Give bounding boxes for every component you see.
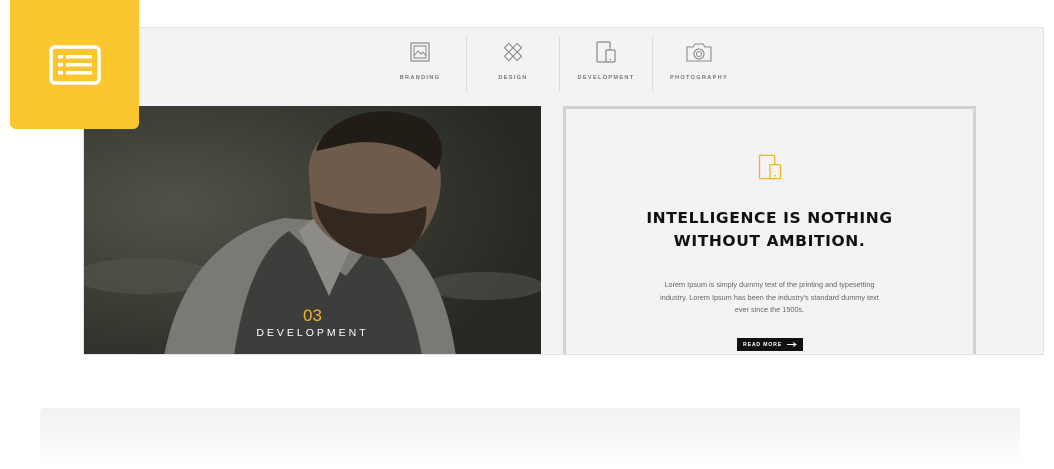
slide-number: 03 [303,306,322,325]
image-frame-icon [410,42,430,62]
card-title: INTELLIGENCE IS NOTHING WITHOUT AMBITION… [566,207,973,253]
website-preview: BRANDING DESIGN DEVELOPMENT PHOTOGRAPHY … [83,27,1044,355]
card-body: Lorem Ipsum is simply dummy text of the … [660,280,879,314]
feature-card: INTELLIGENCE IS NOTHING WITHOUT AMBITION… [563,106,976,354]
tab-label: DEVELOPMENT [577,75,635,81]
camera-icon [686,43,712,62]
tab-photography[interactable]: PHOTOGRAPHY [653,36,745,92]
read-more-label: READ MORE [743,341,782,348]
slide-label: DEVELOPMENT [256,327,369,339]
card-title-line2: WITHOUT AMBITION. [673,232,866,250]
tab-label: PHOTOGRAPHY [669,75,729,81]
tab-development[interactable]: DEVELOPMENT [560,36,653,92]
pencil-ruler-icon [503,42,523,62]
devices-icon [758,154,782,180]
slide-photo: 03 DEVELOPMENT [84,106,541,354]
tab-design[interactable]: DESIGN [467,36,560,92]
list-view-badge [10,0,139,129]
card-title-line1: INTELLIGENCE IS NOTHING [646,209,893,227]
tab-branding[interactable]: BRANDING [374,36,467,92]
tab-label: BRANDING [399,75,441,81]
devices-icon [596,41,616,63]
drop-shadow [40,408,1020,466]
arrow-right-icon [786,342,797,347]
service-tabs: BRANDING DESIGN DEVELOPMENT PHOTOGRAPHY [374,36,745,92]
tab-label: DESIGN [498,75,528,81]
list-icon [48,44,101,85]
read-more-button[interactable]: READ MORE [737,338,803,351]
